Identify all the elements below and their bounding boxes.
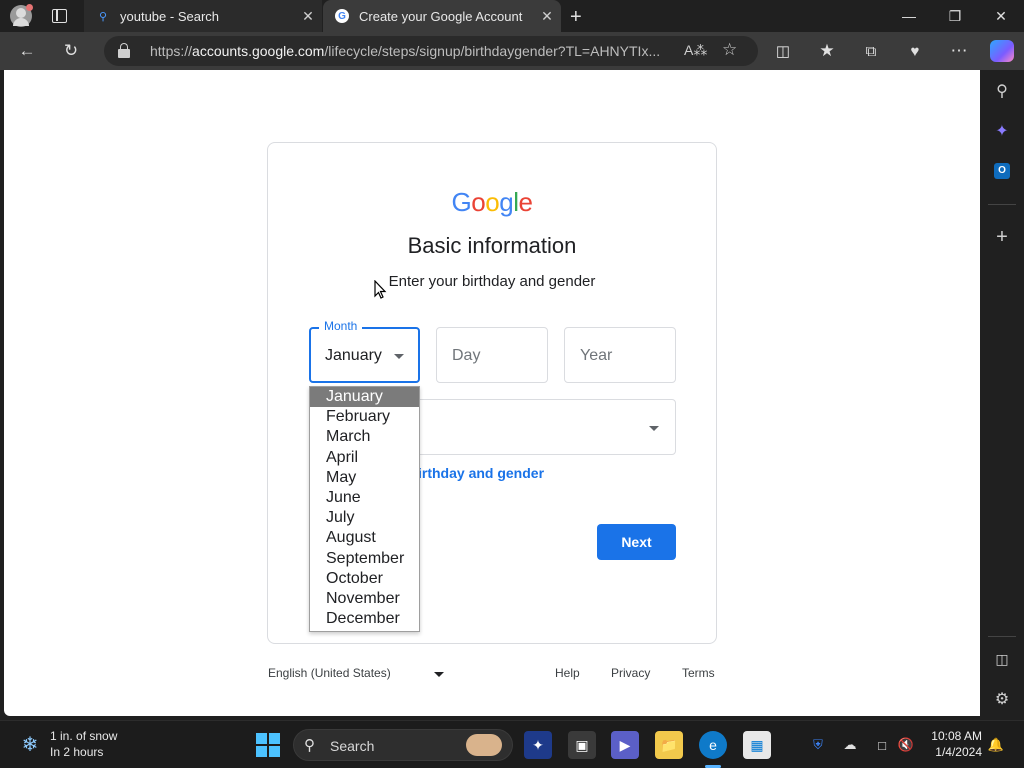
month-option[interactable]: July — [310, 508, 419, 528]
chevron-down-icon[interactable] — [434, 672, 444, 677]
profile-avatar[interactable] — [10, 4, 33, 27]
tab-actions-icon[interactable] — [52, 9, 67, 23]
browser-toolbar: ← ↻ https://accounts.google.com/lifecycl… — [0, 32, 1024, 70]
lock-icon[interactable] — [118, 43, 130, 58]
read-aloud-icon[interactable]: A⁂ — [684, 42, 707, 59]
page-subtitle: Enter your birthday and gender — [388, 273, 596, 290]
logo-letter: G — [451, 187, 472, 217]
help-link[interactable]: Help — [555, 666, 580, 680]
hide-sidebar-icon[interactable]: ◫ — [980, 644, 1024, 674]
tab-label: Create your Google Account — [359, 8, 523, 24]
chevron-down-icon — [649, 426, 659, 431]
address-bar[interactable]: https://accounts.google.com/lifecycle/st… — [104, 36, 758, 66]
web-page: Google Basic information Enter your birt… — [4, 70, 980, 716]
split-screen-icon[interactable]: ◫ — [766, 32, 800, 70]
task-view-icon[interactable]: ▣ — [568, 731, 596, 759]
google-icon: G — [335, 9, 349, 23]
clock-date[interactable]: 1/4/2024 — [924, 745, 982, 759]
onedrive-icon[interactable]: ☁ — [840, 735, 860, 755]
month-option[interactable]: October — [310, 569, 419, 589]
close-tab-icon[interactable]: ✕ — [533, 8, 561, 25]
clock-time[interactable]: 10:08 AM — [924, 729, 982, 743]
month-label: Month — [319, 319, 363, 333]
settings-gear-icon[interactable]: ⚙ — [980, 684, 1024, 714]
outlook-icon[interactable]: O — [980, 156, 1024, 186]
restore-icon[interactable]: ❐ — [932, 0, 978, 32]
tab-label: youtube - Search — [120, 8, 220, 24]
tab-strip: ⚲ youtube - Search ✕ G Create your Googl… — [0, 0, 1024, 32]
logo-letter: o — [485, 187, 500, 217]
notification-bell-icon[interactable]: 🔔 — [986, 735, 1006, 755]
month-option[interactable]: June — [310, 488, 419, 508]
close-window-icon[interactable]: ✕ — [978, 0, 1024, 32]
close-tab-icon[interactable]: ✕ — [294, 8, 322, 25]
day-input[interactable]: Day — [436, 327, 548, 383]
month-option[interactable]: August — [310, 528, 419, 548]
search-label: Search — [330, 738, 375, 754]
terms-link[interactable]: Terms — [682, 666, 715, 680]
google-logo: Google — [268, 187, 716, 218]
sidebar-divider — [988, 636, 1016, 637]
address-url: https://accounts.google.com/lifecycle/st… — [150, 43, 661, 59]
logo-letter: o — [471, 187, 486, 217]
back-icon[interactable]: ← — [10, 32, 44, 70]
weather-text[interactable]: 1 in. of snow — [50, 729, 117, 743]
edge-browser-icon[interactable]: e — [699, 731, 727, 759]
month-dropdown-list[interactable]: January February March April May June July Augu… — [309, 386, 420, 632]
month-select[interactable]: Month January — [309, 319, 420, 383]
month-option[interactable]: December — [310, 609, 419, 629]
month-option[interactable]: November — [310, 589, 419, 609]
logo-letter: e — [518, 187, 533, 217]
weather-subtext[interactable]: In 2 hours — [50, 745, 103, 759]
logo-letter: g — [499, 187, 514, 217]
month-option[interactable]: May — [310, 468, 419, 488]
sidebar-divider — [988, 204, 1016, 205]
tab-youtube-search[interactable]: ⚲ youtube - Search ✕ — [84, 0, 322, 32]
more-menu-icon[interactable]: ⋯ — [942, 32, 976, 70]
next-button[interactable]: Next — [597, 524, 676, 560]
month-option[interactable]: March — [310, 427, 419, 447]
edge-sidebar: ⚲ ✦ O + ◫ ⚙ — [980, 70, 1024, 720]
teams-meet-icon[interactable]: ▶ — [611, 731, 639, 759]
privacy-link[interactable]: Privacy — [611, 666, 650, 680]
file-explorer-icon[interactable]: 📁 — [655, 731, 683, 759]
taskbar-search[interactable]: ⚲ Search — [293, 729, 513, 761]
copilot-sidebar-icon[interactable]: ✦ — [980, 116, 1024, 146]
day-placeholder: Day — [452, 347, 481, 364]
why-birthday-gender-link[interactable]: irthday and gender — [418, 465, 544, 481]
month-option[interactable]: September — [310, 549, 419, 569]
chevron-down-icon — [394, 354, 404, 359]
windows-taskbar: ❄ 1 in. of snow In 2 hours ⚲ Search ✦ ▣ … — [0, 720, 1024, 768]
collections-icon[interactable]: ⧉ — [854, 32, 888, 70]
page-title: Basic information — [407, 233, 577, 258]
microsoft-store-icon[interactable]: ▦ — [743, 731, 771, 759]
tab-create-google-account[interactable]: G Create your Google Account ✕ — [323, 0, 561, 32]
add-icon[interactable]: + — [980, 222, 1024, 252]
snowflake-icon[interactable]: ❄ — [18, 733, 42, 757]
search-icon: ⚲ — [304, 737, 315, 754]
search-icon[interactable]: ⚲ — [980, 76, 1024, 106]
mouse-cursor-icon — [374, 280, 387, 299]
search-icon: ⚲ — [98, 10, 108, 23]
month-option[interactable]: January — [310, 387, 419, 408]
month-option[interactable]: February — [310, 407, 419, 427]
copilot-icon[interactable] — [990, 40, 1014, 62]
browser-essentials-icon[interactable]: ♥ — [898, 32, 932, 70]
network-icon[interactable]: □ — [872, 735, 892, 755]
minimize-icon[interactable]: — — [886, 0, 932, 32]
refresh-icon[interactable]: ↻ — [54, 32, 88, 70]
year-placeholder: Year — [580, 347, 613, 364]
month-value: January — [325, 347, 382, 364]
favorites-icon[interactable]: ★ — [810, 32, 844, 70]
new-tab-icon[interactable]: + — [570, 6, 582, 29]
defender-icon[interactable]: ⛨ — [808, 735, 828, 755]
favorite-star-icon[interactable]: ☆ — [722, 40, 737, 60]
search-highlight-icon — [466, 734, 502, 756]
month-option[interactable]: April — [310, 448, 419, 468]
volume-muted-icon[interactable]: 🔇 — [896, 735, 916, 755]
windows-start-icon[interactable] — [256, 733, 280, 757]
year-input[interactable]: Year — [564, 327, 676, 383]
copilot-preview-icon[interactable]: ✦ — [524, 731, 552, 759]
language-select[interactable]: English (United States) — [268, 666, 391, 680]
